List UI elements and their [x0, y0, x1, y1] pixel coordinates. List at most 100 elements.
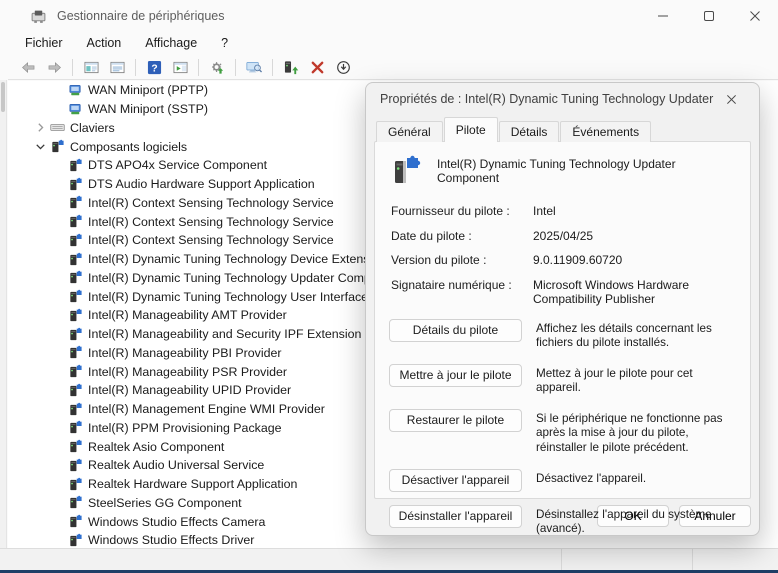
uninstall-device-icon	[309, 60, 326, 75]
left-scrollbar-thumb[interactable]	[1, 82, 5, 112]
chevron-down-icon[interactable]	[32, 139, 49, 155]
restaurer-le-pilote-button[interactable]: Restaurer le pilote	[389, 409, 522, 432]
chevron-slot	[50, 270, 67, 286]
menu-item-affichage[interactable]: Affichage	[134, 34, 208, 52]
uninstall-device-button[interactable]	[306, 57, 328, 77]
help-button[interactable]: ?	[143, 57, 165, 77]
dialog-titlebar: Propriétés de : Intel(R) Dynamic Tuning …	[366, 83, 759, 115]
device-manager-window: Gestionnaire de périphériques FichierAct…	[0, 0, 778, 573]
action-description: Désactivez l'appareil.	[536, 469, 738, 492]
action-pane-button[interactable]	[169, 57, 191, 77]
tree-item-label: Intel(R) Dynamic Tuning Technology User …	[88, 290, 386, 304]
toolbar-separator	[198, 59, 199, 76]
action-pane-icon	[172, 60, 189, 75]
chevron-slot	[50, 176, 67, 192]
chevron-slot	[50, 232, 67, 248]
désactiver-lappareil-button[interactable]: Désactiver l'appareil	[389, 469, 522, 492]
software-component-icon	[67, 307, 84, 323]
disable-device-icon	[335, 60, 352, 75]
tree-item-label: Composants logiciels	[70, 140, 193, 154]
software-component-icon	[67, 251, 84, 267]
computer-search-button[interactable]	[243, 57, 265, 77]
mettre-à-jour-le-pilote-button[interactable]: Mettre à jour le pilote	[389, 364, 522, 387]
scan-hardware-changes-button[interactable]	[206, 57, 228, 77]
maximize-button[interactable]	[686, 0, 732, 32]
minimize-button[interactable]	[640, 0, 686, 32]
menubar: FichierActionAffichage?	[8, 32, 778, 54]
menu-item-fichier[interactable]: Fichier	[14, 34, 74, 52]
action-description: Désinstallez l'appareil du système (avan…	[536, 505, 738, 537]
properties-dialog: Propriétés de : Intel(R) Dynamic Tuning …	[365, 82, 760, 536]
close-icon[interactable]	[717, 87, 745, 111]
action-row: Détails du pilote Affichez les détails co…	[389, 319, 738, 351]
close-button[interactable]	[732, 0, 778, 32]
détails-du-pilote-button[interactable]: Détails du pilote	[389, 319, 522, 342]
tree-item-label: Realtek Audio Universal Service	[88, 458, 270, 472]
chevron-slot	[50, 326, 67, 342]
software-component-icon	[67, 439, 84, 455]
tree-item-label: DTS APO4x Service Component	[88, 158, 273, 172]
action-description: Affichez les détails concernant les fich…	[536, 319, 738, 351]
software-component-icon	[67, 457, 84, 473]
field-row: Signataire numérique :Microsoft Windows …	[391, 278, 738, 307]
menu-item-?[interactable]: ?	[210, 34, 239, 52]
action-row: Restaurer le piloteSi le périphérique ne…	[389, 409, 738, 456]
svg-text:?: ?	[151, 63, 157, 74]
tree-item-label: DTS Audio Hardware Support Application	[88, 177, 321, 191]
chevron-slot	[50, 345, 67, 361]
tab-pilote[interactable]: Pilote	[444, 117, 498, 142]
update-driver-button[interactable]	[280, 57, 302, 77]
software-component-icon	[67, 289, 84, 305]
help-icon: ?	[146, 60, 163, 75]
chevron-right-icon[interactable]	[32, 120, 49, 136]
tree-item-label: Intel(R) Context Sensing Technology Serv…	[88, 233, 340, 247]
forward-button[interactable]	[43, 57, 65, 77]
properties-button[interactable]	[106, 57, 128, 77]
software-component-icon	[67, 495, 84, 511]
field-label: Version du pilote :	[391, 253, 533, 268]
software-component-icon	[67, 401, 84, 417]
chevron-slot	[50, 251, 67, 267]
tree-item-label: Intel(R) Manageability UPID Provider	[88, 383, 297, 397]
chevron-slot	[50, 401, 67, 417]
left-scrollbar[interactable]	[0, 80, 7, 548]
action-row: Mettre à jour le pilote Mettez à jour le …	[389, 364, 738, 396]
tree-item-label: Windows Studio Effects Camera	[88, 515, 271, 529]
keyboard-icon	[49, 120, 66, 136]
tree-item-label: Intel(R) Manageability and Security IPF …	[88, 327, 390, 341]
bottom-bar-seam	[561, 549, 562, 570]
chevron-slot	[50, 532, 67, 548]
forward-icon	[46, 60, 63, 75]
back-icon	[20, 60, 37, 75]
action-row: Désinstaller l'appareil Désinstallez l'ap…	[389, 505, 738, 537]
tree-item-label: Intel(R) Management Engine WMI Provider	[88, 402, 331, 416]
désinstaller-lappareil-button[interactable]: Désinstaller l'appareil	[389, 505, 522, 528]
chevron-slot	[50, 307, 67, 323]
scan-hardware-changes-icon	[209, 60, 226, 75]
menu-item-action[interactable]: Action	[76, 34, 133, 52]
tab-général[interactable]: Général	[376, 121, 443, 142]
field-label: Signataire numérique :	[391, 278, 533, 307]
properties-icon	[109, 60, 126, 75]
software-component-icon	[67, 514, 84, 530]
tree-item-label: Claviers	[70, 121, 121, 135]
tab-événements[interactable]: Événements	[560, 121, 651, 142]
window-title: Gestionnaire de périphériques	[57, 9, 224, 23]
software-component-icon	[67, 364, 84, 380]
show-console-tree-button[interactable]	[80, 57, 102, 77]
back-button[interactable]	[17, 57, 39, 77]
action-description: Mettez à jour le pilote pour cet apparei…	[536, 364, 738, 396]
chevron-slot	[50, 439, 67, 455]
tree-item-label: Intel(R) PPM Provisioning Package	[88, 421, 288, 435]
toolbar-separator	[72, 59, 73, 76]
software-component-icon	[67, 420, 84, 436]
tab-détails[interactable]: Détails	[499, 121, 560, 142]
software-component-icon	[67, 476, 84, 492]
dialog-title: Propriétés de : Intel(R) Dynamic Tuning …	[380, 92, 717, 106]
field-label: Fournisseur du pilote :	[391, 204, 533, 219]
disable-device-button[interactable]	[332, 57, 354, 77]
field-value: 9.0.11909.60720	[533, 253, 738, 268]
maximize-icon	[703, 10, 715, 22]
toolbar: ?	[8, 55, 778, 80]
bottom-scrollbar-area[interactable]	[0, 548, 778, 570]
